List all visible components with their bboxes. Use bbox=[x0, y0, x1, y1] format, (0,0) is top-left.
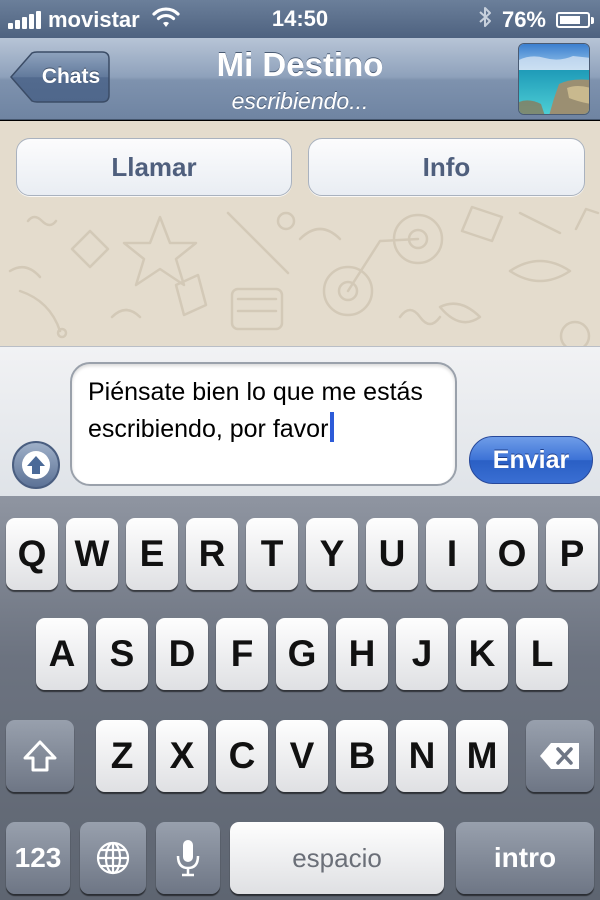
bluetooth-icon bbox=[478, 6, 492, 34]
key-v[interactable]: V bbox=[276, 720, 328, 792]
shift-key[interactable] bbox=[6, 720, 74, 792]
return-key[interactable]: intro bbox=[456, 822, 594, 894]
key-z[interactable]: Z bbox=[96, 720, 148, 792]
globe-key[interactable] bbox=[80, 822, 146, 894]
key-w[interactable]: W bbox=[66, 518, 118, 590]
key-p[interactable]: P bbox=[546, 518, 598, 590]
delete-key[interactable] bbox=[526, 720, 594, 792]
status-right: 76% bbox=[478, 6, 594, 34]
key-f[interactable]: F bbox=[216, 618, 268, 690]
keyboard: Q W E R T Y U I O P A S D F G H J K L Z … bbox=[0, 496, 600, 900]
key-d[interactable]: D bbox=[156, 618, 208, 690]
space-key[interactable]: espacio bbox=[230, 822, 444, 894]
battery-icon bbox=[556, 12, 594, 28]
text-cursor bbox=[330, 412, 335, 442]
typing-status: escribiendo... bbox=[231, 88, 369, 114]
contact-avatar[interactable] bbox=[518, 43, 590, 115]
battery-percent: 76% bbox=[501, 7, 546, 32]
message-text: Piénsate bien lo que me estás escribiend… bbox=[88, 378, 423, 443]
key-c[interactable]: C bbox=[216, 720, 268, 792]
key-e[interactable]: E bbox=[126, 518, 178, 590]
back-button[interactable]: Chats bbox=[10, 51, 110, 103]
contact-name[interactable]: Mi Destino bbox=[130, 46, 470, 84]
key-t[interactable]: T bbox=[246, 518, 298, 590]
chat-area[interactable]: Llamar Info bbox=[0, 121, 600, 346]
nav-bar: Chats Mi Destino escribiendo... bbox=[0, 38, 600, 120]
key-h[interactable]: H bbox=[336, 618, 388, 690]
key-g[interactable]: G bbox=[276, 618, 328, 690]
send-button[interactable]: Enviar bbox=[469, 436, 593, 484]
status-bar: movistar 14:50 76% bbox=[0, 0, 600, 38]
key-m[interactable]: M bbox=[456, 720, 508, 792]
battery-fill bbox=[560, 16, 580, 24]
key-a[interactable]: A bbox=[36, 618, 88, 690]
key-s[interactable]: S bbox=[96, 618, 148, 690]
info-button[interactable]: Info bbox=[308, 138, 585, 196]
key-x[interactable]: X bbox=[156, 720, 208, 792]
composer-bar: Piénsate bien lo que me estás escribiend… bbox=[0, 346, 600, 496]
key-j[interactable]: J bbox=[396, 618, 448, 690]
key-q[interactable]: Q bbox=[6, 518, 58, 590]
key-k[interactable]: K bbox=[456, 618, 508, 690]
call-button[interactable]: Llamar bbox=[16, 138, 292, 196]
microphone-key[interactable] bbox=[156, 822, 220, 894]
back-button-label: Chats bbox=[41, 65, 101, 88]
key-o[interactable]: O bbox=[486, 518, 538, 590]
attach-button[interactable] bbox=[12, 441, 60, 489]
key-y[interactable]: Y bbox=[306, 518, 358, 590]
key-i[interactable]: I bbox=[426, 518, 478, 590]
key-n[interactable]: N bbox=[396, 720, 448, 792]
key-l[interactable]: L bbox=[516, 618, 568, 690]
message-input[interactable]: Piénsate bien lo que me estás escribiend… bbox=[70, 362, 457, 486]
key-r[interactable]: R bbox=[186, 518, 238, 590]
numbers-key[interactable]: 123 bbox=[6, 822, 70, 894]
key-u[interactable]: U bbox=[366, 518, 418, 590]
key-b[interactable]: B bbox=[336, 720, 388, 792]
